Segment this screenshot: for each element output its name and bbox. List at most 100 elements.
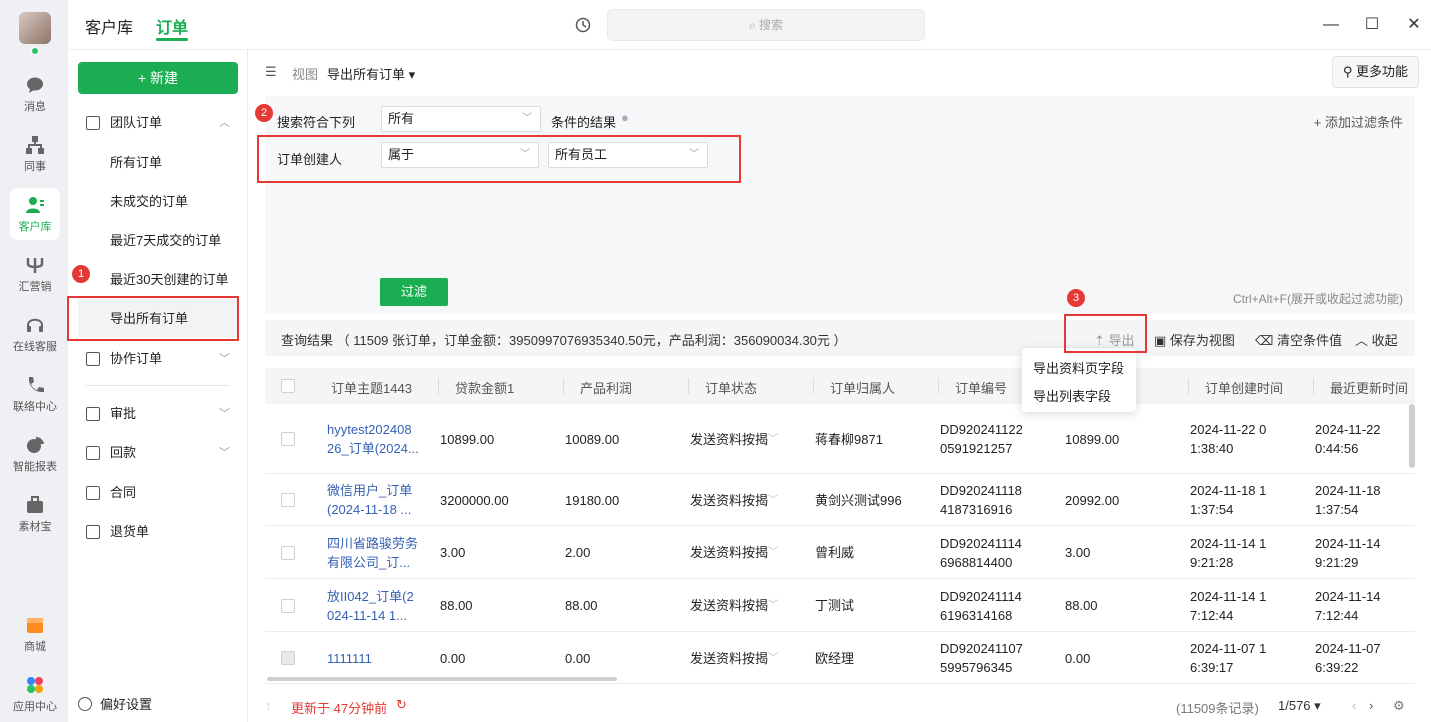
cell-text: 2024-11-07 1: [1190, 641, 1267, 656]
headset-icon: [27, 318, 43, 332]
rail-label: 在线客服: [13, 341, 57, 353]
row-checkbox[interactable]: [281, 651, 295, 665]
preferences-link[interactable]: 偏好设置: [78, 696, 152, 714]
collapse-button[interactable]: ︿ 收起: [1355, 330, 1398, 349]
close-button[interactable]: ✕: [1405, 16, 1423, 34]
vertical-scrollbar[interactable]: [1409, 404, 1415, 468]
cell-profit: 0.00: [565, 649, 590, 668]
rail-item-online-service[interactable]: 在线客服: [10, 308, 60, 360]
scroll-top-icon[interactable]: ↑: [265, 698, 272, 713]
cell-text: 欧经理: [815, 650, 855, 666]
menu-unclosed-orders[interactable]: 未成交的订单: [110, 185, 188, 219]
rail-item-shop[interactable]: 商城: [10, 608, 60, 660]
clear-conditions-button[interactable]: ⌫ 清空条件值: [1255, 330, 1342, 349]
chevron-down-icon[interactable]: ﹀: [768, 543, 778, 562]
column-header[interactable]: 产品利润: [580, 378, 632, 397]
export-detail-fields-item[interactable]: 导出资料页字段: [1033, 358, 1124, 377]
chevron-down-icon[interactable]: ﹀: [768, 596, 778, 615]
search-input[interactable]: ⌕ 搜索: [607, 9, 925, 41]
prev-page-icon[interactable]: ‹: [1352, 698, 1356, 713]
filter-button[interactable]: 过滤: [380, 278, 448, 306]
cell-extra: 0.00: [1065, 649, 1090, 668]
cell-text: 黄剑兴测试996: [815, 492, 902, 508]
collapse-sidebar-icon[interactable]: ☰: [265, 64, 277, 80]
match-select[interactable]: 所有 ﹀: [381, 106, 541, 132]
horizontal-scrollbar[interactable]: [267, 677, 617, 681]
cell-text: 4187316916: [940, 502, 1013, 517]
rail-item-customers[interactable]: 客户库: [10, 188, 60, 240]
gear-icon[interactable]: ⚙: [1393, 698, 1405, 714]
rail-item-app-center[interactable]: 应用中心: [10, 668, 60, 720]
contract-icon: [86, 486, 100, 500]
add-filter-button[interactable]: + 添加过滤条件: [1314, 112, 1403, 131]
cell-subject[interactable]: 四川省路骏劳务 有限公司_订...: [327, 534, 418, 572]
select-all-checkbox[interactable]: [281, 379, 295, 393]
chevron-down-icon[interactable]: ﹀: [768, 491, 778, 510]
column-header[interactable]: 订单状态: [705, 378, 757, 397]
cell-updated: 2024-11-07 6:39:22: [1315, 639, 1381, 677]
menu-created-30days[interactable]: 最近30天创建的订单: [110, 263, 228, 297]
table-row[interactable]: 放II042_订单(2 024-11-14 1... 88.00 88.00 发送资料按…: [265, 579, 1415, 632]
column-header[interactable]: 贷款金额1: [455, 378, 514, 397]
avatar[interactable]: [19, 12, 51, 44]
menu-collab-orders[interactable]: 协作订单 ﹀: [68, 342, 248, 376]
menu-returns[interactable]: 退货单: [68, 515, 248, 549]
new-order-button[interactable]: + 新建: [78, 62, 238, 94]
table-row[interactable]: 四川省路骏劳务 有限公司_订... 3.00 2.00 发送资料按揭 ﹀ 曾利威 DD920…: [265, 526, 1415, 579]
rail-item-reports[interactable]: 智能报表: [10, 428, 60, 480]
chevron-down-icon[interactable]: ﹀: [768, 430, 778, 449]
row-checkbox[interactable]: [281, 493, 295, 507]
cell-text: 发送资料按揭: [690, 431, 769, 447]
orders-table: 订单主题1443 贷款金额1 产品利润 订单状态 订单归属人 订单编号 订单创建…: [265, 368, 1415, 688]
maximize-button[interactable]: ☐: [1363, 16, 1381, 34]
refresh-icon[interactable]: ↻: [396, 697, 407, 713]
row-checkbox[interactable]: [281, 432, 295, 446]
cell-owner: 蒋春柳9871: [815, 430, 883, 449]
table-row[interactable]: 微信用户_订单 (2024-11-18 ... 3200000.00 19180.00…: [265, 474, 1415, 526]
row-checkbox[interactable]: [281, 598, 295, 613]
history-icon[interactable]: [575, 17, 591, 33]
next-page-icon[interactable]: ›: [1369, 698, 1373, 713]
cell-text: 发送资料按揭: [690, 598, 769, 613]
rail-item-materials[interactable]: 素材宝: [10, 488, 60, 540]
menu-all-orders[interactable]: 所有订单: [110, 146, 162, 180]
cell-subject[interactable]: 放II042_订单(2 024-11-14 1...: [327, 587, 414, 625]
cell-subject[interactable]: 微信用户_订单 (2024-11-18 ...: [327, 481, 412, 519]
cell-subject[interactable]: hyytest202408 26_订单(2024...: [327, 420, 419, 458]
cell-text: 2024-11-14 1: [1190, 588, 1267, 604]
export-list-fields-item[interactable]: 导出列表字段: [1033, 386, 1111, 405]
annotation-box-1: [67, 296, 239, 341]
tab-orders[interactable]: 订单: [156, 14, 188, 38]
cell-no: DD920241107 5995796345: [940, 639, 1023, 677]
rail-item-colleagues[interactable]: 同事: [10, 128, 60, 180]
minimize-button[interactable]: —: [1322, 16, 1340, 34]
column-header[interactable]: 最近更新时间: [1330, 378, 1408, 397]
page-selector[interactable]: 1/576 ▾: [1278, 698, 1321, 714]
cell-text: 曾利威: [815, 545, 855, 560]
row-checkbox[interactable]: [281, 545, 295, 560]
stamp-icon: [86, 407, 100, 421]
view-selector[interactable]: 导出所有订单 ▾: [327, 64, 415, 83]
tab-customers[interactable]: 客户库: [85, 14, 133, 38]
more-functions-button[interactable]: ⚲ 更多功能: [1331, 56, 1419, 88]
menu-closed-7days[interactable]: 最近7天成交的订单: [110, 224, 221, 258]
chevron-down-icon[interactable]: ﹀: [768, 649, 778, 668]
updated-time: 更新于 47分钟前: [291, 701, 388, 716]
rail-item-contact-center[interactable]: 联络中心: [10, 368, 60, 420]
menu-team-orders[interactable]: 团队订单 ︿: [68, 106, 248, 140]
save-view-button[interactable]: ▣ 保存为视图: [1154, 330, 1235, 349]
cell-status: 发送资料按揭 ﹀: [690, 430, 778, 449]
cell-text: 3.00: [440, 545, 466, 560]
column-header[interactable]: 订单创建时间: [1205, 378, 1283, 397]
rail-item-messages[interactable]: 消息: [10, 68, 60, 120]
column-header[interactable]: 订单归属人: [830, 378, 895, 397]
menu-approval[interactable]: 审批 ﹀: [68, 397, 248, 431]
column-header[interactable]: 订单主题1443: [331, 378, 412, 397]
menu-payment[interactable]: 回款 ﹀: [68, 436, 248, 470]
cell-text: 1111111: [327, 650, 372, 666]
table-row[interactable]: hyytest202408 26_订单(2024... 10899.00 10089.…: [265, 404, 1415, 474]
column-header[interactable]: 订单编号: [955, 378, 1007, 397]
cell-subject[interactable]: 1111111: [327, 649, 372, 668]
menu-contract[interactable]: 合同: [68, 476, 248, 510]
rail-item-marketing[interactable]: 汇营销: [10, 248, 60, 300]
